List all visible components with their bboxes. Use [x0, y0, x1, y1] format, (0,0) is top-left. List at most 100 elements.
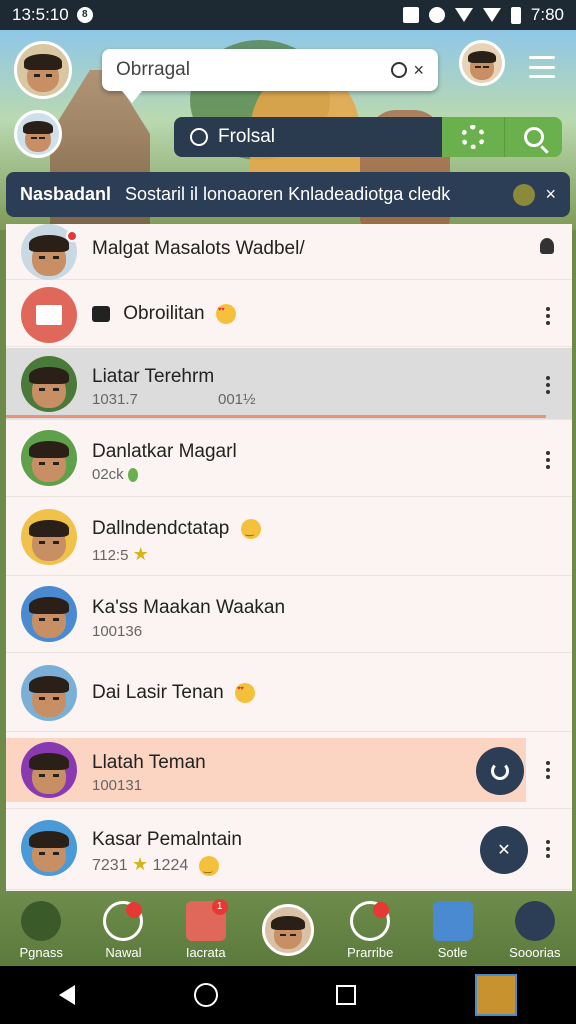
- chat-name: Malgat Masalots Wadbel/: [92, 238, 305, 259]
- search-input[interactable]: Obrragal ×: [102, 49, 438, 103]
- nav-item-nawal[interactable]: Nawal: [82, 891, 164, 966]
- nav-badge: 1: [211, 899, 228, 915]
- smile-emoji-icon: [240, 518, 261, 539]
- chat-subtext-2: 001½: [218, 391, 256, 408]
- search-button[interactable]: [504, 117, 562, 157]
- swords-icon: [103, 901, 144, 941]
- system-nav-bar: [0, 966, 576, 1024]
- nav-label: Pgnass: [19, 945, 63, 960]
- notification-icon: 8: [76, 7, 93, 23]
- search-icon[interactable]: [391, 62, 408, 78]
- list-item[interactable]: Liatar Terehrm 1031.7 001½: [6, 348, 572, 420]
- star-icon: 1: [185, 899, 228, 941]
- more-options-icon[interactable]: [546, 307, 552, 325]
- nav-label: Sooorias: [509, 945, 561, 960]
- nav-label: Iacrata: [185, 945, 226, 960]
- nav-badge: [373, 902, 390, 918]
- close-fab-button[interactable]: ✕: [480, 826, 528, 874]
- chat-subtext: 100131: [92, 777, 143, 794]
- person-icon[interactable]: [540, 238, 554, 254]
- chat-name: Danlatkar Magarl: [92, 441, 237, 462]
- chat-subtext-wrap: 112:5 ★: [92, 544, 149, 565]
- list-item[interactable]: Kasar Pemalntain 7231 ★ 1224 ✕: [6, 810, 572, 890]
- banner-message: Sostaril il lonoaoren Knladeadiotga cled…: [125, 184, 451, 204]
- chat-list[interactable]: Malgat Masalots Wadbel/ Obroilitan Liata…: [6, 224, 572, 891]
- bottom-nav: Pgnass Nawal 1 Iacrata Prarribe Sotle So…: [0, 891, 576, 966]
- avatar: [21, 665, 77, 721]
- chat-name: Dallndendctatap: [92, 518, 230, 539]
- chat-name: Llatah Teman: [92, 752, 206, 773]
- chat-name: Kasar Pemalntain: [92, 829, 242, 850]
- list-item[interactable]: Ka'ss Maakan Waakan 100136: [6, 577, 572, 653]
- nav-item-pgnass[interactable]: Pgnass: [0, 891, 82, 966]
- image-icon: [432, 901, 473, 941]
- more-options-icon[interactable]: [546, 451, 552, 469]
- avatar: [21, 509, 77, 565]
- nav-item-iacrata[interactable]: 1 Iacrata: [165, 891, 247, 966]
- list-item[interactable]: Dai Lasir Tenan: [6, 654, 572, 732]
- nav-label: Sotle: [437, 945, 468, 960]
- clear-search-icon[interactable]: ×: [413, 60, 424, 81]
- close-icon: ✕: [497, 842, 511, 859]
- list-item[interactable]: Danlatkar Magarl 02ck: [6, 421, 572, 497]
- avatar: [21, 356, 77, 412]
- chat-subtext: 02ck: [92, 466, 124, 483]
- refresh-icon: [491, 762, 509, 780]
- refresh-button[interactable]: [476, 747, 524, 795]
- nav-item-center-avatar[interactable]: [247, 891, 329, 966]
- chat-subtext-extra: 1224: [152, 857, 189, 874]
- nav-item-sooorias[interactable]: Sooorias: [494, 891, 576, 966]
- battery-icon: [510, 6, 521, 24]
- star-icon: ★: [132, 544, 149, 564]
- back-icon[interactable]: [59, 985, 76, 1005]
- status-icons: 7:80: [402, 5, 564, 25]
- gear-icon: [461, 125, 485, 149]
- more-options-icon[interactable]: [546, 840, 552, 858]
- thumbs-up-icon: [92, 305, 110, 322]
- chat-subtext: 112:5: [92, 547, 129, 564]
- nav-label: Prarribe: [347, 945, 394, 960]
- user-avatar[interactable]: [14, 41, 72, 99]
- progress-bar: [6, 415, 546, 418]
- nav-item-sotle[interactable]: Sotle: [411, 891, 493, 966]
- avatar: [21, 586, 77, 642]
- chat-name: Ka'ss Maakan Waakan: [92, 597, 286, 618]
- chat-name: Obroilitan: [123, 303, 205, 324]
- love-emoji-icon: [215, 303, 236, 324]
- friend-avatar[interactable]: [14, 110, 62, 158]
- chat-subtext: 1031.7: [92, 391, 138, 408]
- list-item[interactable]: Dallndendctatap 112:5 ★: [6, 498, 572, 576]
- list-item[interactable]: Obroilitan: [6, 281, 572, 347]
- app-thumbnail-icon[interactable]: [474, 974, 517, 1016]
- balloon-icon: [127, 468, 138, 483]
- filter-label: Frolsal: [218, 126, 276, 147]
- status-time: 13:5:10: [12, 5, 69, 24]
- status-bar: 13:5:10 8 7:80: [0, 0, 576, 30]
- settings-button[interactable]: [442, 117, 504, 157]
- more-options-icon[interactable]: [546, 376, 552, 394]
- avatar: [21, 430, 77, 486]
- banner-close-icon[interactable]: ×: [545, 184, 556, 205]
- filter-bar[interactable]: Frolsal: [174, 117, 442, 157]
- banner-emoji-icon: [513, 183, 536, 206]
- avatar-face: [24, 53, 62, 92]
- more-options-icon[interactable]: [546, 761, 552, 779]
- nav-item-prarribe[interactable]: Prarribe: [329, 891, 411, 966]
- hamburger-menu-icon[interactable]: [526, 52, 558, 82]
- status-time-right: 7:80: [530, 5, 564, 24]
- home-icon[interactable]: [193, 983, 218, 1007]
- mail-avatar: [21, 287, 77, 343]
- pencil-icon: [350, 901, 391, 941]
- contact-avatar[interactable]: [459, 40, 505, 86]
- chat-name-wrap: Obroilitan: [92, 303, 236, 325]
- chat-subtext: 7231: [92, 857, 128, 874]
- recent-apps-icon[interactable]: [336, 985, 357, 1005]
- avatar-face: [22, 120, 54, 152]
- chat-name: Liatar Terehrm: [92, 366, 215, 387]
- row-highlight: [6, 738, 526, 802]
- notification-banner[interactable]: Nasbadanl Sostaril il lonoaoren Knladead…: [6, 172, 570, 217]
- list-item[interactable]: Malgat Masalots Wadbel/: [6, 224, 572, 280]
- star-icon: ★: [132, 854, 149, 874]
- search-text: Obrragal: [116, 59, 190, 80]
- list-item[interactable]: Llatah Teman 100131: [6, 733, 572, 809]
